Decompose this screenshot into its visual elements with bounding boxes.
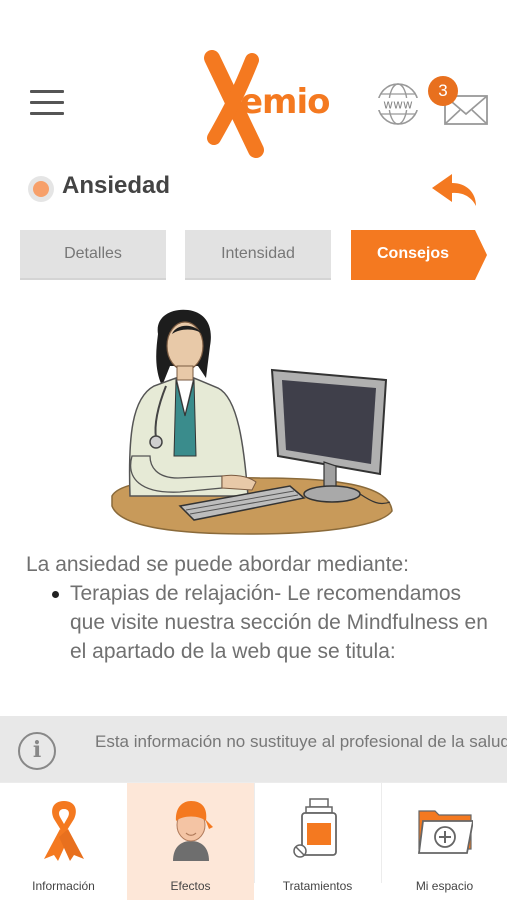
nav-label: Mi espacio (415, 879, 474, 893)
folder-add-icon (417, 797, 475, 861)
advice-intro: La ansiedad se puede abordar mediante: (26, 553, 409, 576)
notification-badge: 3 (428, 76, 458, 106)
advice-content: La ansiedad se puede abordar mediante: T… (26, 550, 496, 718)
nav-label: Tratamientos (282, 879, 353, 893)
nav-tratamientos[interactable]: Tratamientos (254, 783, 381, 900)
nav-mi-espacio[interactable]: Mi espacio (381, 783, 507, 900)
tab-detalles[interactable]: Detalles (20, 230, 166, 280)
check-circle-icon (28, 176, 54, 202)
globe-www-icon[interactable]: www (374, 80, 422, 128)
page-title: Ansiedad (62, 172, 171, 199)
info-icon: i (18, 732, 56, 770)
back-arrow-icon[interactable] (428, 170, 480, 210)
doctor-illustration (110, 306, 400, 542)
svg-text:www: www (383, 98, 413, 112)
nav-label: Información (32, 879, 95, 893)
tab-consejos[interactable]: Consejos (351, 230, 475, 280)
patient-bandana-icon (163, 797, 219, 861)
hamburger-menu-icon[interactable] (30, 90, 64, 118)
disclaimer-bar: i Esta información no sustituye al profe… (0, 716, 507, 782)
tab-intensidad[interactable]: Intensidad (185, 230, 331, 280)
ribbon-icon (36, 797, 92, 861)
logo-text: emio (240, 82, 330, 122)
disclaimer-text: Esta información no sustituye al profesi… (95, 732, 507, 751)
nav-efectos[interactable]: Efectos (127, 783, 254, 900)
active-tab-arrow (475, 230, 487, 280)
advice-list-item: Terapias de relajación- Le recomendamos … (48, 579, 496, 666)
medicine-bottle-icon (290, 797, 346, 861)
app-header: emio www 3 (0, 40, 507, 170)
page-title-row: Ansiedad (24, 170, 484, 206)
nav-informacion[interactable]: Información (0, 783, 127, 900)
nav-label: Efectos (170, 879, 211, 893)
advice-list: Terapias de relajación- Le recomendamos … (48, 579, 496, 666)
xemio-logo: emio (200, 50, 330, 160)
bottom-navigation: Información Efectos Tratamientos Mi espa… (0, 782, 507, 900)
section-tabs: Detalles Intensidad Consejos (20, 230, 490, 280)
